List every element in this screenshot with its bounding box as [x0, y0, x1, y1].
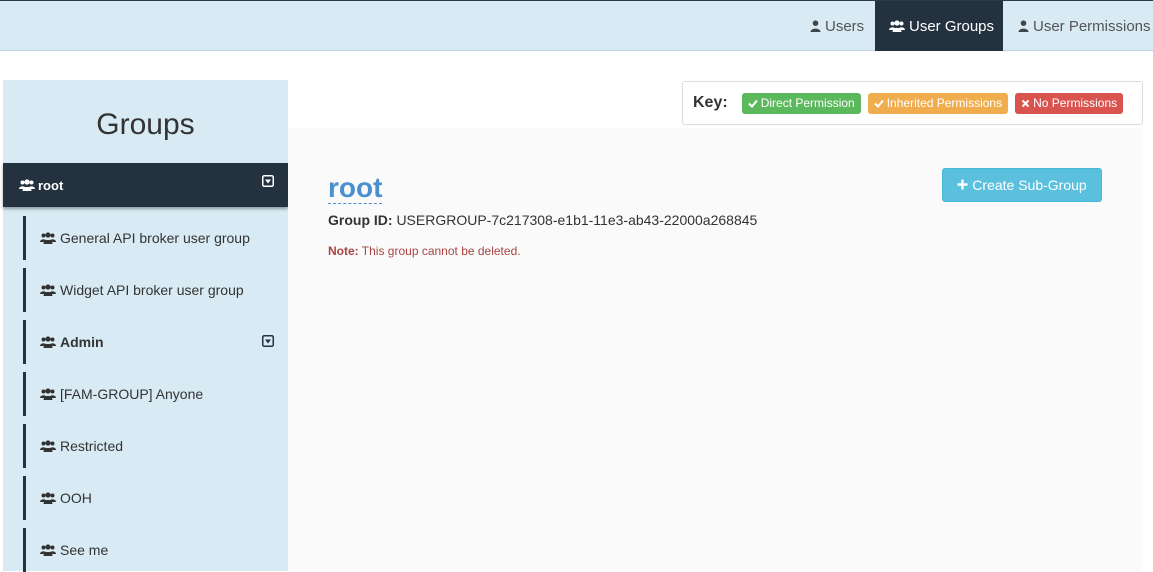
- tab-users-label: Users: [825, 17, 865, 35]
- cross-icon: [1021, 99, 1030, 108]
- tab-user-groups[interactable]: User Groups: [875, 1, 1003, 51]
- key-label: Key:: [693, 94, 728, 111]
- sidebar-title: Groups: [96, 108, 195, 141]
- group-item-ooh[interactable]: OOH: [23, 476, 288, 520]
- collapse-icon[interactable]: [262, 335, 274, 347]
- users-icon: [40, 336, 56, 348]
- users-icon: [40, 440, 56, 452]
- inherited-permissions-badge: Inherited Permissions: [867, 92, 1009, 114]
- check-icon: [747, 99, 758, 108]
- group-item-label: Admin: [60, 334, 104, 350]
- users-icon: [40, 284, 56, 296]
- user-icon: [1018, 20, 1029, 32]
- group-item-label: Widget API broker user group: [60, 282, 244, 298]
- note-text: This group cannot be deleted.: [361, 244, 521, 258]
- collapse-icon[interactable]: [262, 175, 274, 187]
- group-id-label: Group ID:: [328, 212, 393, 228]
- users-icon: [40, 492, 56, 504]
- group-detail-panel: root Group ID: USERGROUP-7c217308-e1b1-1…: [288, 128, 1142, 571]
- create-sub-group-label: Create Sub-Group: [972, 177, 1087, 193]
- note-row: Note: This group cannot be deleted.: [328, 244, 521, 258]
- create-sub-group-button[interactable]: Create Sub-Group: [942, 168, 1102, 202]
- note-label: Note:: [328, 244, 359, 258]
- no-permissions-label: No Permissions: [1033, 96, 1118, 110]
- permission-key: Key: Direct Permission Inherited Permiss…: [682, 81, 1143, 125]
- group-item-label: Restricted: [60, 438, 124, 454]
- group-item-root[interactable]: root: [3, 163, 288, 207]
- group-item-general-api[interactable]: General API broker user group: [23, 216, 288, 260]
- groups-sidebar: Groups root General API broker user grou…: [3, 80, 288, 572]
- group-title[interactable]: root: [328, 172, 383, 204]
- tab-user-groups-label: User Groups: [909, 17, 995, 35]
- users-icon: [889, 20, 905, 32]
- direct-permission-label: Direct Permission: [760, 96, 855, 110]
- plus-icon: [957, 177, 968, 193]
- users-icon: [19, 179, 35, 191]
- group-item-admin[interactable]: Admin: [23, 320, 288, 364]
- inherited-permissions-label: Inherited Permissions: [886, 96, 1003, 110]
- group-item-see-me[interactable]: See me: [23, 528, 288, 572]
- group-item-label: See me: [60, 542, 109, 558]
- group-item-widget-api[interactable]: Widget API broker user group: [23, 268, 288, 312]
- tab-user-permissions[interactable]: User Permissions: [1004, 1, 1153, 51]
- group-item-label: [FAM-GROUP] Anyone: [60, 386, 204, 402]
- top-navbar: Users User Groups User Permissions: [0, 0, 1153, 51]
- tab-users[interactable]: Users: [796, 1, 874, 51]
- group-id-value: USERGROUP-7c217308-e1b1-11e3-ab43-22000a…: [396, 212, 758, 228]
- group-item-label: General API broker user group: [60, 230, 250, 246]
- tab-user-permissions-label: User Permissions: [1033, 17, 1151, 35]
- group-item-label: root: [38, 177, 64, 193]
- group-item-fam-anyone[interactable]: [FAM-GROUP] Anyone: [23, 372, 288, 416]
- group-item-label: OOH: [60, 490, 92, 506]
- users-icon: [40, 232, 56, 244]
- users-icon: [40, 544, 56, 556]
- user-icon: [810, 20, 821, 32]
- no-permissions-badge: No Permissions: [1015, 92, 1124, 114]
- group-id-row: Group ID: USERGROUP-7c217308-e1b1-11e3-a…: [328, 212, 757, 228]
- check-icon: [874, 99, 884, 108]
- direct-permission-badge: Direct Permission: [741, 92, 861, 114]
- group-item-restricted[interactable]: Restricted: [23, 424, 288, 468]
- users-icon: [40, 388, 56, 400]
